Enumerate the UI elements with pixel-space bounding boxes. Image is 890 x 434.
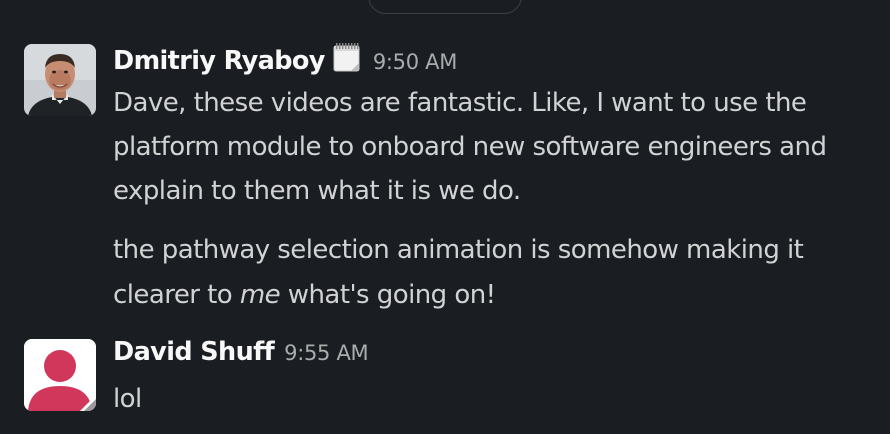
calendar-icon[interactable] — [333, 43, 361, 73]
timestamp[interactable]: 9:55 AM — [284, 341, 369, 365]
message-text-line: Dave, these videos are fantastic. Like, … — [113, 88, 807, 118]
message-text-line: clearer to me what's going on! — [113, 282, 496, 308]
avatar[interactable] — [24, 44, 96, 116]
avatar[interactable] — [24, 339, 96, 411]
message-text-line: the pathway selection animation is someh… — [113, 235, 804, 265]
timestamp[interactable]: 9:50 AM — [373, 50, 458, 74]
sender-name[interactable]: David Shuff — [113, 337, 275, 367]
message-text-span: clearer to — [113, 280, 240, 310]
message-header: Dmitriy Ryaboy 9:50 AM — [113, 43, 457, 75]
default-avatar-icon — [24, 339, 96, 411]
message-header: David Shuff 9:55 AM — [113, 337, 369, 367]
sender-name[interactable]: Dmitriy Ryaboy — [113, 46, 325, 76]
message-text-line: platform module to onboard new software … — [113, 132, 827, 162]
message-text-span: what's going on! — [280, 280, 496, 310]
user-photo-icon — [24, 44, 96, 116]
date-divider-pill[interactable] — [368, 0, 522, 14]
message-text-line: explain to them what it is we do. — [113, 176, 521, 206]
message-text-line: lol — [113, 384, 142, 414]
emphasized-text: me — [239, 280, 281, 310]
